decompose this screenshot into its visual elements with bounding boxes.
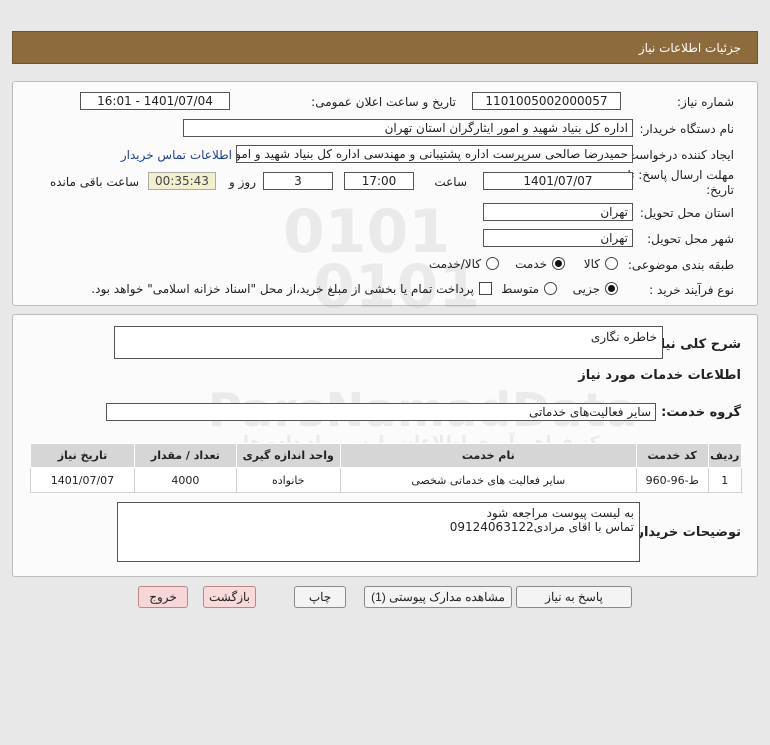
province-field: تهران: [483, 203, 633, 221]
category-radio-goods[interactable]: [605, 257, 618, 270]
buyer-contact-link[interactable]: اطلاعات تماس خریدار: [121, 148, 232, 162]
cell-service-code: ط-96-960: [635, 467, 709, 493]
buyer-notes-field: به لیست پیوست مراجعه شود تماس با اقای مر…: [117, 502, 640, 562]
watermark-digits: 0101: [283, 197, 450, 267]
province-label: استان محل تحویل:: [639, 206, 734, 220]
service-group-label: گروه خدمت:: [661, 405, 741, 420]
exit-button[interactable]: خروج: [138, 586, 188, 608]
col-service-name: نام خدمت: [339, 443, 637, 468]
col-need-date: تاریخ نیاز: [30, 443, 135, 468]
reply-button[interactable]: پاسخ به نیاز: [516, 586, 632, 608]
deadline-date-label: تاریخ:: [706, 183, 734, 197]
need-detail-panel: ParsNamadData مرکز فراهم آوری اطلاعات پا…: [12, 314, 758, 577]
category-radio-goods-service[interactable]: [486, 257, 499, 270]
process-radio-minor[interactable]: [605, 282, 618, 295]
process-radio-medium[interactable]: [544, 282, 557, 295]
cell-unit: خانواده: [235, 467, 341, 493]
page-header: جزئیات اطلاعات نیاز: [12, 31, 758, 64]
page-title: جزئیات اطلاعات نیاز: [638, 41, 741, 55]
category-radio-service[interactable]: [552, 257, 565, 270]
print-button[interactable]: چاپ: [294, 586, 346, 608]
cell-row: 1: [707, 467, 743, 493]
remaining-time-field: 00:35:43: [148, 172, 216, 190]
back-button[interactable]: بازگشت: [203, 586, 256, 608]
category-option-goods: کالا: [583, 257, 600, 271]
days-label: روز و: [229, 175, 256, 189]
buyer-name-label: نام دستگاه خریدار:: [639, 122, 735, 136]
need-number-label: شماره نیاز:: [677, 95, 734, 109]
city-label: شهر محل تحویل:: [647, 232, 734, 246]
announce-date-field: 1401/07/04 - 16:01: [80, 92, 230, 110]
services-table: ردیف کد خدمت نام خدمت واحد اندازه گیری ت…: [30, 443, 743, 493]
cell-need-date: 1401/07/07: [30, 467, 135, 493]
deadline-date-field: 1401/07/07: [483, 172, 633, 190]
category-option-service: خدمت: [515, 257, 547, 271]
creator-field: حمیدرضا صالحی سرپرست اداره پشتیبانی و مه…: [236, 145, 633, 163]
need-info-panel: 0101 0101 شماره نیاز: 1101005002000057 ت…: [12, 81, 758, 322]
table-row: 1 ط-96-960 سایر فعالیت های خدماتی شخصی خ…: [30, 467, 743, 493]
services-table-header: ردیف کد خدمت نام خدمت واحد اندازه گیری ت…: [30, 443, 743, 468]
buyer-notes-label: توضیحات خریدار:: [631, 525, 741, 540]
col-unit: واحد اندازه گیری: [235, 443, 341, 468]
announce-date-label: تاریخ و ساعت اعلان عمومی:: [311, 95, 456, 109]
col-quantity: تعداد / مقدار: [133, 443, 237, 468]
need-number-field: 1101005002000057: [472, 92, 621, 110]
process-option-minor: جزیی: [572, 282, 600, 296]
treasury-payment-note: پرداخت تمام یا بخشی از مبلغ خرید،از محل …: [91, 282, 474, 296]
deadline-time-field: 17:00: [344, 172, 414, 190]
deadline-time-label: ساعت: [434, 175, 467, 189]
remaining-label: ساعت باقی مانده: [49, 175, 139, 189]
service-group-field: سایر فعالیت‌های خدماتی: [106, 403, 656, 421]
cell-service-name: سایر فعالیت های خدماتی شخصی: [339, 467, 637, 493]
deadline-label: مهلت ارسال پاسخ: تا: [627, 168, 734, 182]
col-service-code: کد خدمت: [635, 443, 709, 468]
category-option-goods-service: کالا/خدمت: [428, 257, 481, 271]
view-attachments-button[interactable]: مشاهده مدارک پیوستی (1): [364, 586, 512, 608]
process-type-label: نوع فرآیند خرید :: [649, 283, 734, 297]
treasury-payment-checkbox[interactable]: [479, 282, 492, 295]
creator-label: ایجاد کننده درخواست:: [623, 148, 734, 162]
col-row: ردیف: [707, 443, 743, 468]
category-label: طبقه بندی موضوعی:: [627, 258, 734, 272]
buyer-name-field: اداره کل بنیاد شهید و امور ایثارگران است…: [183, 119, 633, 137]
services-section-title: اطلاعات خدمات مورد نیاز: [578, 368, 741, 383]
cell-quantity: 4000: [133, 467, 237, 493]
days-field: 3: [263, 172, 333, 190]
city-field: تهران: [483, 229, 633, 247]
need-summary-field: خاطره نگاری: [114, 326, 663, 359]
process-option-medium: متوسط: [501, 282, 539, 296]
